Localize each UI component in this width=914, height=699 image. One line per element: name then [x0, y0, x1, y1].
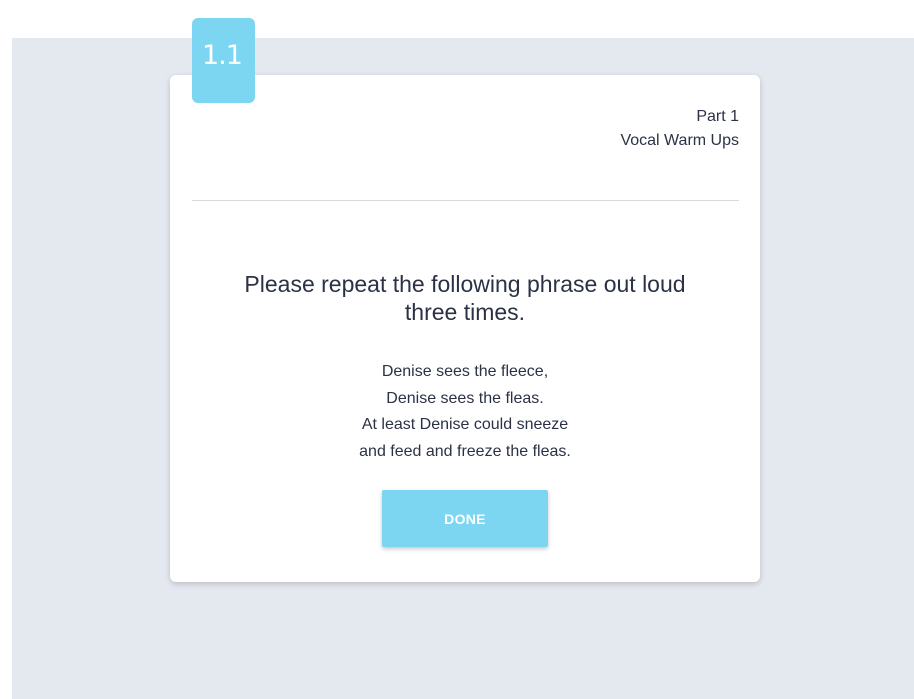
part-label: Part 1	[696, 108, 739, 125]
exercise-card: Part 1 Vocal Warm Ups Please repeat the …	[170, 75, 760, 582]
done-button[interactable]: DONE	[382, 490, 548, 547]
phrase-line: Denise sees the fleece,	[381, 363, 549, 380]
instruction-line: three times.	[404, 299, 526, 325]
phrase-line: Denise sees the fleas.	[386, 389, 544, 407]
phrase-line: At least Denise could sneeze	[361, 416, 569, 433]
section-title: Vocal Warm Ups	[620, 132, 739, 149]
instruction-heading: Please repeat the following phrase out l…	[170, 270, 760, 326]
divider	[192, 200, 739, 201]
part-info: Part 1 Vocal Warm Ups	[620, 105, 739, 153]
instruction-line: Please repeat the following phrase out l…	[244, 271, 686, 297]
phrase-text: Denise sees the fleece, Denise sees the …	[170, 359, 760, 465]
phrase-line: and feed and freeze the fleas.	[359, 442, 571, 460]
step-badge: 1.1	[192, 18, 255, 103]
